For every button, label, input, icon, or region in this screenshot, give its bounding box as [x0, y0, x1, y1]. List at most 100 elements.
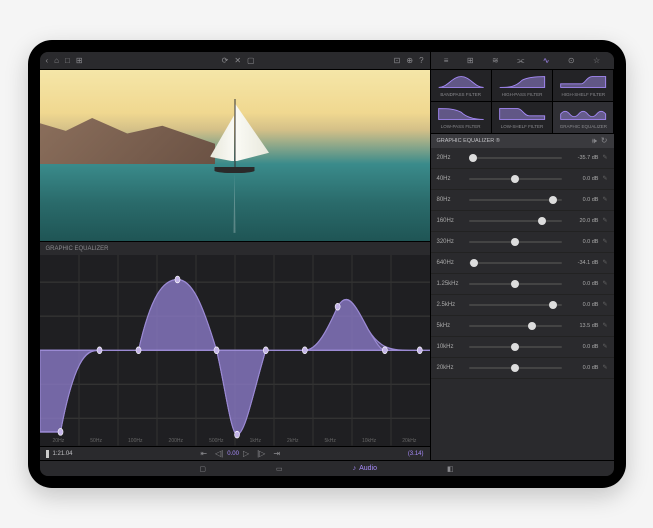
star-icon[interactable]: ☆ [593, 57, 600, 65]
edit-icon[interactable]: ✎ [602, 259, 607, 266]
edit-icon[interactable]: ✎ [602, 196, 607, 203]
edit-icon[interactable]: ✎ [602, 280, 607, 287]
eq-icon[interactable]: ∿ [543, 57, 550, 65]
slider-track[interactable] [469, 199, 563, 201]
slider-row: 80Hz 0.0 dB ✎ [431, 190, 614, 211]
scrub-handle[interactable] [46, 450, 49, 458]
edit-icon[interactable]: ✎ [602, 301, 607, 308]
slider-freq: 320Hz [437, 239, 465, 245]
slider-track[interactable] [469, 283, 563, 285]
tab-library[interactable]: ▢ [199, 465, 206, 473]
current-time: 0.00 [227, 451, 239, 457]
slider-track[interactable] [469, 157, 563, 159]
slider-value: 0.0 dB [566, 176, 598, 182]
home-icon[interactable]: ⌂ [54, 57, 59, 65]
slider-value: 0.0 dB [566, 197, 598, 203]
edit-icon[interactable]: ✎ [602, 364, 607, 371]
preset-low-pass-filter[interactable]: LOW-PASS FILTER [431, 102, 491, 133]
waves-icon[interactable]: ≋ [492, 57, 499, 65]
slider-track[interactable] [469, 346, 563, 348]
slider-freq: 160Hz [437, 218, 465, 224]
slider-freq: 40Hz [437, 176, 465, 182]
play-icon[interactable]: ▷ [243, 449, 249, 458]
slider-track[interactable] [469, 325, 563, 327]
slider-freq: 2.5kHz [437, 302, 465, 308]
slider-freq: 640Hz [437, 260, 465, 266]
preset-bandpass-filter[interactable]: BANDPASS FILTER [431, 70, 491, 101]
tiles-icon[interactable]: ⊞ [467, 57, 474, 65]
speaker-icon[interactable]: 🕪 [592, 137, 597, 145]
preset-high-pass-filter[interactable]: HIGH-PASS FILTER [492, 70, 552, 101]
slider-freq: 5kHz [437, 323, 465, 329]
timecode: 1:21.04 [53, 451, 73, 457]
edit-icon[interactable]: ✎ [602, 322, 607, 329]
grid-icon[interactable]: ⊞ [76, 57, 83, 65]
step-back-icon[interactable]: ◁| [215, 449, 223, 458]
eq-header: GRAPHIC EQUALIZER [40, 241, 430, 255]
filter-presets: BANDPASS FILTERHIGH-PASS FILTERHIGH-SHEL… [431, 70, 614, 134]
slider-freq: 1.25kHz [437, 281, 465, 287]
slider-row: 10kHz0.0 dB✎ [431, 337, 614, 358]
sailboat-image [234, 99, 235, 169]
slider-row: 20kHz0.0 dB✎ [431, 358, 614, 379]
top-toolbar: ‹ ⌂ □ ⊞ ⟳ ✕ ▢ ⊡ ⊕ ? [40, 52, 430, 70]
slider-track[interactable] [469, 262, 563, 264]
view-icon[interactable]: □ [65, 57, 70, 65]
panel-icon[interactable]: ⊡ [394, 57, 401, 65]
slider-track[interactable] [469, 178, 563, 180]
slider-freq: 20Hz [437, 155, 465, 161]
list-icon[interactable]: ≡ [444, 57, 449, 65]
tab-edit[interactable]: ▭ [276, 465, 283, 473]
right-toolbar: ≡ ⊞ ≋ ⫘ ∿ ⊙ ☆ [431, 52, 614, 70]
eq-sliders: 20Hz-35.7 dB✎40Hz0.0 dB✎80Hz0.0 dB✎160Hz… [431, 148, 614, 460]
close-icon[interactable]: ✕ [234, 57, 241, 65]
edit-icon[interactable]: ✎ [602, 343, 607, 350]
slider-row: 320Hz 0.0 dB ✎ [431, 232, 614, 253]
tab-audio[interactable]: ♪ Audio [353, 465, 377, 472]
slider-freq: 20kHz [437, 365, 465, 371]
preset-graphic-equalizer[interactable]: GRAPHIC EQUALIZER [553, 102, 613, 133]
slider-row: 1.25kHz 0.0 dB ✎ [431, 274, 614, 295]
preset-high-shelf-filter[interactable]: HIGH-SHELF FILTER [553, 70, 613, 101]
refresh-icon[interactable]: ⟳ [222, 57, 229, 65]
slider-value: -35.7 dB [566, 155, 598, 161]
slider-value: 0.0 dB [566, 302, 598, 308]
section-header: GRAPHIC EQUALIZER ® 🕪 ↻ [431, 134, 614, 148]
edit-icon[interactable]: ✎ [602, 238, 607, 245]
slider-value: -34.1 dB [566, 260, 598, 266]
slider-row: 20Hz -35.7 dB ✎ [431, 148, 614, 169]
slider-row: 40Hz 0.0 dB ✎ [431, 169, 614, 190]
slider-value: 13.5 dB [566, 323, 598, 329]
slider-track[interactable] [469, 220, 563, 222]
edit-icon[interactable]: ✎ [602, 154, 607, 161]
target-icon[interactable]: ⊙ [568, 57, 575, 65]
refresh-icon[interactable]: ↻ [601, 137, 608, 145]
edit-icon[interactable]: ✎ [602, 217, 607, 224]
slider-row: 640Hz -34.1 dB ✎ [431, 253, 614, 274]
video-viewer[interactable] [40, 70, 430, 241]
skip-end-icon[interactable]: ⇥ [273, 449, 280, 458]
eq-title: GRAPHIC EQUALIZER [46, 246, 109, 252]
step-fwd-icon[interactable]: |▷ [257, 449, 265, 458]
tab-export[interactable]: ◧ [447, 465, 454, 473]
slider-row: 160Hz20.0 dB✎ [431, 211, 614, 232]
slider-value: 0.0 dB [566, 239, 598, 245]
frame-icon[interactable]: ▢ [247, 57, 255, 65]
slider-track[interactable] [469, 367, 563, 369]
back-icon[interactable]: ‹ [46, 57, 49, 65]
slider-value: 0.0 dB [566, 281, 598, 287]
link-icon[interactable]: ⫘ [517, 57, 524, 65]
tablet-frame: ‹ ⌂ □ ⊞ ⟳ ✕ ▢ ⊡ ⊕ ? GRAPHIC EQUALIZER [28, 40, 626, 488]
total-time: (3.14) [408, 451, 424, 457]
bottom-bar: ▢ ▭ ♪ Audio ◧ [40, 460, 614, 476]
slider-track[interactable] [469, 304, 563, 306]
app-screen: ‹ ⌂ □ ⊞ ⟳ ✕ ▢ ⊡ ⊕ ? GRAPHIC EQUALIZER [40, 52, 614, 476]
preset-low-shelf-filter[interactable]: LOW-SHELF FILTER [492, 102, 552, 133]
skip-start-icon[interactable]: ⇤ [200, 449, 207, 458]
eq-graph[interactable]: 20Hz50Hz100Hz200Hz500Hz1kHz2kHz5kHz10kHz… [40, 255, 430, 446]
slider-track[interactable] [469, 241, 563, 243]
slider-freq: 80Hz [437, 197, 465, 203]
edit-icon[interactable]: ✎ [602, 175, 607, 182]
add-icon[interactable]: ⊕ [406, 57, 413, 65]
help-icon[interactable]: ? [419, 57, 423, 65]
